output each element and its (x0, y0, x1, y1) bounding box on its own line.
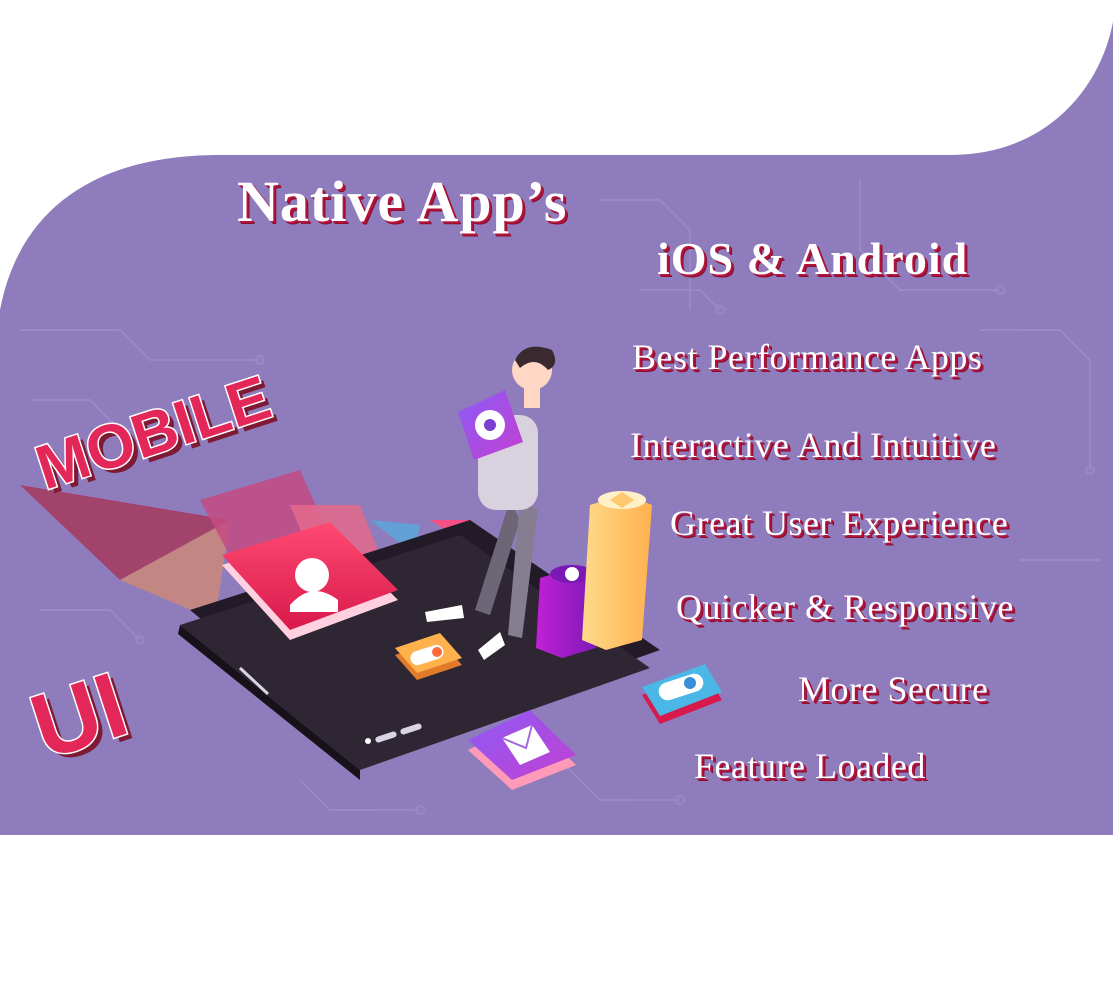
feature-item: Best Performance Apps (632, 337, 983, 377)
feature-item: Feature Loaded (694, 746, 926, 786)
feature-item: Interactive And Intuitive (630, 425, 997, 465)
page-subtitle: iOS & Android (657, 233, 969, 284)
feature-item: More Secure (798, 669, 989, 709)
page-title: Native App’s (237, 169, 568, 234)
hero-illustration: MOBILE MOBILE UI UI (0, 22, 1113, 835)
feature-item: Quicker & Responsive (676, 587, 1014, 627)
feature-item: Great User Experience (670, 503, 1009, 543)
